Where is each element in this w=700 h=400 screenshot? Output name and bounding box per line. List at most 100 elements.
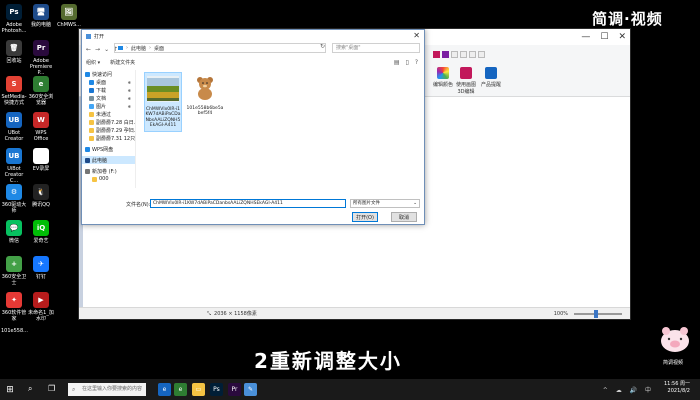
product-alert-button[interactable]: 产品提醒 bbox=[479, 67, 503, 88]
taskbar-360browser-icon[interactable]: e bbox=[174, 383, 187, 396]
folder-icon bbox=[89, 119, 94, 125]
nav-item[interactable]: 未通过 bbox=[82, 110, 135, 118]
file-item-bear[interactable]: 101e558b6be5a bef5f4 bbox=[186, 72, 224, 122]
nav-item[interactable]: 副爵爵7.29 孕妇… bbox=[82, 126, 135, 134]
nav-item[interactable]: 图片 ✱ bbox=[82, 102, 135, 110]
preview-pane-icon[interactable]: ▯ bbox=[406, 59, 409, 66]
pin-icon[interactable]: ✱ bbox=[128, 88, 131, 93]
desktop-icon[interactable]: Ps Adobe Photosh... bbox=[1, 4, 27, 34]
color-palette[interactable] bbox=[433, 51, 485, 58]
minimize-icon[interactable]: — bbox=[581, 32, 590, 42]
nav-item[interactable]: 文档 ✱ bbox=[82, 94, 135, 102]
back-arrow-icon[interactable]: ← bbox=[86, 46, 91, 53]
recent-chevron-icon[interactable]: ⌄ bbox=[104, 46, 109, 53]
dialog-close-icon[interactable]: ✕ bbox=[413, 31, 420, 40]
search-input[interactable]: 搜索"桌面" bbox=[332, 43, 420, 53]
zoom-slider[interactable] bbox=[574, 310, 622, 318]
desktop-icon[interactable]: UB UBot Creator bbox=[1, 112, 27, 142]
zoom-slider-knob[interactable] bbox=[594, 310, 598, 318]
desktop-icon-label: 微信 bbox=[8, 238, 19, 244]
search-icon: ⌕ bbox=[72, 386, 76, 393]
desktop-icon[interactable]: 🐧 腾讯QQ bbox=[28, 184, 54, 208]
dialog-toolbar: 组织 ▾ 新建文件夹 ▤ ▯ ? bbox=[82, 56, 424, 68]
sticker-label: 简调视频 bbox=[663, 360, 684, 366]
nav-item[interactable]: 快速访问 bbox=[82, 70, 135, 78]
file-item-landscape[interactable]: ChMWVlx0lR-i1KW7dABiPaCDa NbsAALiZQNH5 E… bbox=[144, 72, 182, 132]
desktop-icon[interactable]: 🖥 我的电脑 bbox=[28, 4, 54, 28]
app-icon: UB bbox=[6, 112, 22, 128]
nav-item[interactable]: 此电脑 bbox=[82, 156, 135, 164]
desktop-icon[interactable]: 🖼 ChMWS... bbox=[56, 4, 82, 28]
resize-icon: ⤡ bbox=[207, 310, 212, 317]
search-icon[interactable]: ⌕ bbox=[28, 384, 32, 394]
nav-item-label: 图片 bbox=[96, 103, 107, 110]
desktop-icon[interactable]: ⚙ 360驱动大师 bbox=[1, 184, 27, 214]
nav-item[interactable]: 新加卷 (F:) bbox=[82, 167, 135, 175]
desktop-icon[interactable]: Pr Adobe Premiere P... bbox=[28, 40, 54, 76]
app-icon: iQ bbox=[33, 220, 49, 236]
desktop-icon[interactable]: e 360安全浏览器 bbox=[28, 76, 54, 106]
desktop-icon[interactable]: ✦ 360软件管家 bbox=[1, 292, 27, 322]
nav-item[interactable]: 000 bbox=[82, 175, 135, 183]
system-tray[interactable]: ^ ☁ 🔊 中 bbox=[603, 385, 654, 394]
view-options-icon[interactable]: ▤ bbox=[394, 59, 400, 66]
breadcrumb-desktop[interactable]: 桌面 bbox=[154, 45, 164, 52]
taskbar-photoshop-icon[interactable]: Ps bbox=[210, 383, 223, 396]
close-icon[interactable]: ✕ bbox=[618, 32, 626, 42]
new-folder-button[interactable]: 新建文件夹 bbox=[110, 59, 135, 66]
maximize-icon[interactable]: ☐ bbox=[600, 32, 608, 42]
help-icon[interactable]: ? bbox=[415, 59, 418, 66]
folder-icon bbox=[89, 87, 94, 93]
nav-item[interactable]: 桌面 ✱ bbox=[82, 78, 135, 86]
desktop-icon-label: 360驱动大师 bbox=[1, 202, 27, 214]
nav-item-label: 快速访问 bbox=[92, 71, 113, 78]
nav-item[interactable]: 下载 ✱ bbox=[82, 86, 135, 94]
refresh-icon[interactable]: ↻ bbox=[320, 43, 325, 50]
desktop-icon[interactable]: ▶ 未命名1_加水印 bbox=[28, 292, 54, 322]
filetype-select[interactable]: 所有图片文件 ⌄ bbox=[350, 199, 420, 208]
task-view-icon[interactable]: ❐ bbox=[48, 384, 55, 393]
desktop-icon[interactable]: 101e558... bbox=[1, 328, 28, 334]
desktop-icon-label: 腾讯QQ bbox=[32, 202, 50, 208]
desktop-icon[interactable]: ❁ EV录屏 bbox=[28, 148, 54, 172]
desktop-icon-label: 360安全浏览器 bbox=[28, 94, 54, 106]
desktop-icon[interactable]: ✈ 钉钉 bbox=[28, 256, 54, 280]
folder-icon bbox=[89, 127, 94, 133]
desktop-icon-label: UiBot Creator C... bbox=[4, 166, 24, 184]
taskbar-search-input[interactable]: ⌕ 在这里输入你要搜索的内容 bbox=[68, 383, 146, 396]
desktop-icon[interactable]: W WPS Office bbox=[28, 112, 54, 142]
nav-item[interactable]: WPS网盘 bbox=[82, 145, 135, 153]
taskbar-explorer-icon[interactable]: ▭ bbox=[192, 383, 205, 396]
breadcrumb-this-pc[interactable]: 此电脑 bbox=[131, 45, 146, 52]
desktop-icon[interactable]: UB UiBot Creator C... bbox=[1, 148, 27, 184]
desktop-icon[interactable]: iQ 爱奇艺 bbox=[28, 220, 54, 244]
paint3d-button[interactable]: 使用画图3D编辑 bbox=[454, 67, 478, 95]
forward-arrow-icon[interactable]: → bbox=[95, 46, 100, 53]
nav-item[interactable]: 副爵爵7.28 白日… bbox=[82, 118, 135, 126]
taskbar-premiere-icon[interactable]: Pr bbox=[228, 383, 241, 396]
folder-icon bbox=[89, 95, 94, 101]
address-bar[interactable]: › 此电脑 › 桌面 bbox=[114, 43, 326, 53]
info-icon bbox=[485, 67, 497, 79]
pin-icon[interactable]: ✱ bbox=[128, 104, 131, 109]
cancel-button[interactable]: 取消 bbox=[391, 212, 417, 222]
desktop-icon[interactable]: S SetMedia-快捷方式 bbox=[1, 76, 27, 106]
nav-item-label: 副爵爵7.28 白日… bbox=[96, 119, 135, 126]
brand-watermark: 简调·视频 bbox=[592, 10, 663, 28]
nav-item[interactable]: 副爵爵7.31 12只… bbox=[82, 134, 135, 142]
windows-start-icon[interactable]: ⊞ bbox=[0, 379, 20, 400]
pin-icon[interactable]: ✱ bbox=[128, 96, 131, 101]
desktop-icon[interactable]: 🗑 回收站 bbox=[1, 40, 27, 64]
app-icon: UB bbox=[6, 148, 22, 164]
filename-input[interactable]: ChMWVlx0lR-i1KW7dABiPaCDanbsAALiZQNHSEkA… bbox=[150, 199, 346, 208]
desktop-icon[interactable]: 💬 微信 bbox=[1, 220, 27, 244]
taskbar-paint-icon[interactable]: ✎ bbox=[244, 383, 257, 396]
pin-icon[interactable]: ✱ bbox=[128, 80, 131, 85]
taskbar-clock[interactable]: 11:56 周一 2021/8/2 bbox=[664, 381, 690, 395]
desktop-icon-label: Adobe Premiere P... bbox=[29, 58, 53, 76]
desktop-icon[interactable]: +360安全卫士 bbox=[1, 256, 27, 286]
edit-colors-button[interactable]: 编辑颜色 bbox=[431, 67, 455, 88]
open-button[interactable]: 打开(O) bbox=[352, 212, 378, 222]
organize-button[interactable]: 组织 ▾ bbox=[86, 59, 100, 66]
taskbar-edge-icon[interactable]: e bbox=[158, 383, 171, 396]
